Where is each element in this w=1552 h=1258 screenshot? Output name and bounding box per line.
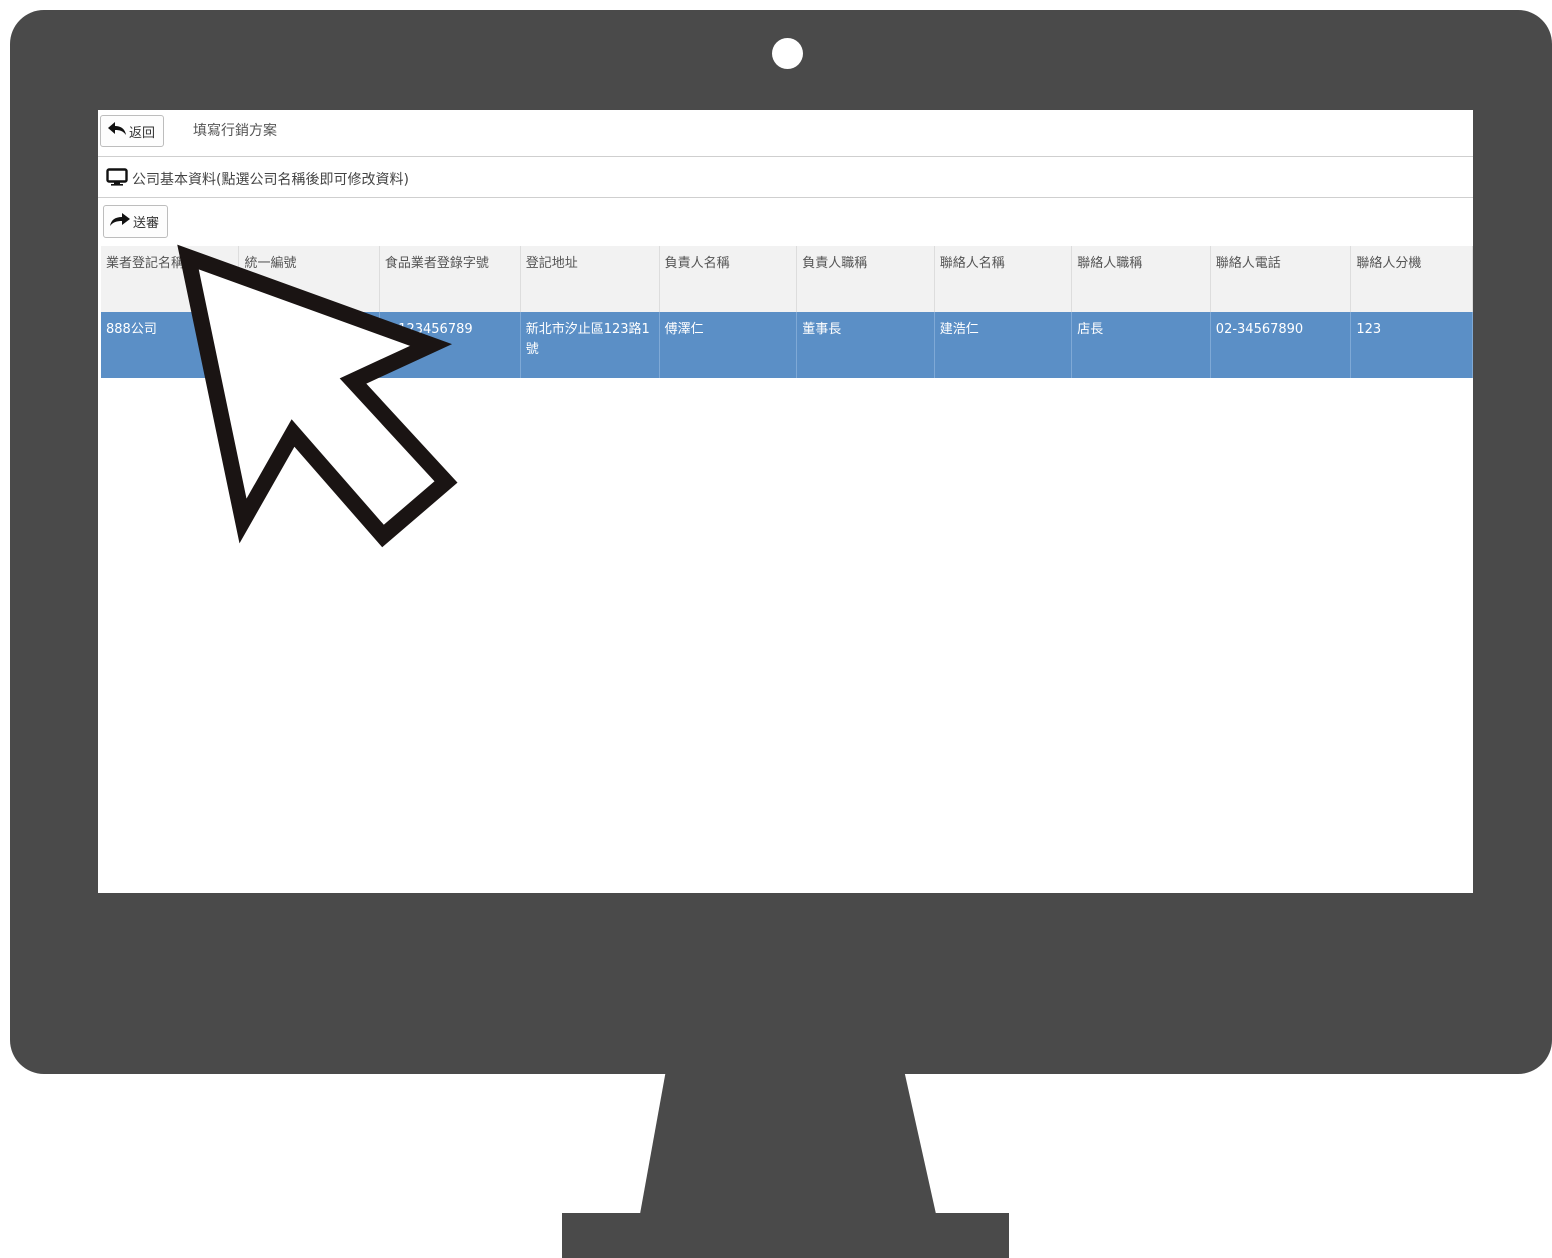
column-header[interactable]: 食品業者登錄字號 xyxy=(379,246,521,312)
screen: 返回 填寫行銷方案 公司基本資料(點選公司名稱後即可修改資料) 送審 業者登記名… xyxy=(98,110,1473,893)
back-arrow-icon xyxy=(107,121,127,141)
table-row[interactable]: 888公司 A-123456789 新北市汐止區123路1號 傅澤仁 董事長 建… xyxy=(101,312,1473,378)
table-cell: 傅澤仁 xyxy=(659,312,798,378)
column-header[interactable]: 聯絡人職稱 xyxy=(1071,246,1211,312)
back-button-label: 返回 xyxy=(129,125,156,141)
monitor-icon xyxy=(106,167,128,190)
company-table: 業者登記名稱 統一編號 食品業者登錄字號 登記地址 負責人名稱 負責人職稱 聯絡… xyxy=(101,246,1473,378)
section-header: 公司基本資料(點選公司名稱後即可修改資料) xyxy=(98,160,1473,198)
column-header[interactable]: 負責人名稱 xyxy=(659,246,798,312)
submit-button[interactable]: 送審 xyxy=(103,205,169,238)
column-header[interactable]: 聯絡人電話 xyxy=(1210,246,1352,312)
table-cell: 123 xyxy=(1350,312,1473,378)
webcam-dot xyxy=(772,38,803,69)
illustration-stage: 返回 填寫行銷方案 公司基本資料(點選公司名稱後即可修改資料) 送審 業者登記名… xyxy=(0,0,1552,1258)
submit-button-label: 送審 xyxy=(133,216,160,231)
table-cell: 建浩仁 xyxy=(934,312,1073,378)
column-header[interactable]: 登記地址 xyxy=(520,246,660,312)
share-arrow-icon xyxy=(109,212,131,232)
table-cell: 董事長 xyxy=(796,312,935,378)
column-header[interactable]: 統一編號 xyxy=(238,246,380,312)
table-cell: 新北市汐止區123路1號 xyxy=(520,312,660,378)
table-cell: 02-34567890 xyxy=(1210,312,1352,378)
back-button[interactable]: 返回 xyxy=(100,115,165,147)
section-title: 公司基本資料(點選公司名稱後即可修改資料) xyxy=(132,171,409,188)
top-bar: 返回 填寫行銷方案 xyxy=(98,110,1473,157)
table-cell: 店長 xyxy=(1071,312,1211,378)
page-title: 填寫行銷方案 xyxy=(193,123,277,139)
column-header[interactable]: 聯絡人名稱 xyxy=(934,246,1073,312)
column-header[interactable]: 負責人職稱 xyxy=(796,246,935,312)
table-cell: A-123456789 xyxy=(379,312,521,378)
column-header[interactable]: 聯絡人分機 xyxy=(1350,246,1473,312)
table-cell xyxy=(238,312,380,378)
table-header-row: 業者登記名稱 統一編號 食品業者登錄字號 登記地址 負責人名稱 負責人職稱 聯絡… xyxy=(101,246,1473,312)
column-header[interactable]: 業者登記名稱 xyxy=(101,246,240,312)
company-name-cell[interactable]: 888公司 xyxy=(101,312,240,378)
